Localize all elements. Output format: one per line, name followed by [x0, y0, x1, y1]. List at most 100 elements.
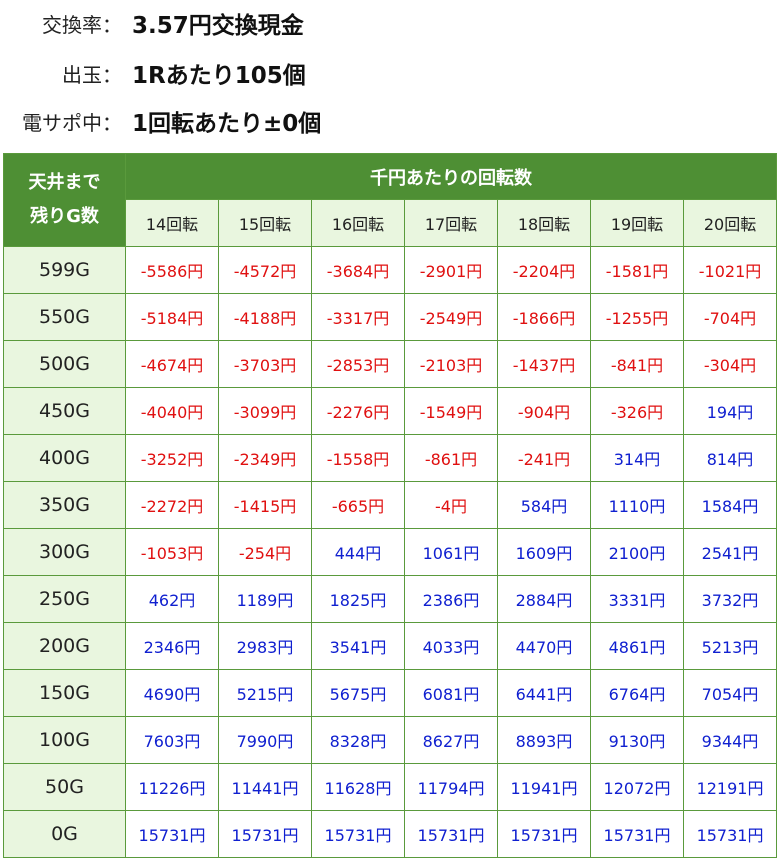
value-cell: -4572円 — [218, 246, 312, 294]
value-cell: 5675円 — [311, 669, 405, 717]
column-header-spin: 15回転 — [218, 199, 312, 247]
value-cell: -2272円 — [125, 481, 219, 529]
support-row: 電サポ中： 1回転あたり±0個 — [0, 98, 777, 144]
remaining-games-cell: 100G — [3, 716, 126, 764]
value-cell: -1255円 — [590, 293, 684, 341]
value-cell: -2349円 — [218, 434, 312, 482]
support-value: 1回転あたり±0個 — [132, 111, 322, 137]
value-cell: -3099円 — [218, 387, 312, 435]
value-cell: -1581円 — [590, 246, 684, 294]
value-cell: 444円 — [311, 528, 405, 576]
value-cell: -254円 — [218, 528, 312, 576]
remaining-games-header-line1: 天井まで — [28, 172, 101, 193]
column-header-spin: 18回転 — [497, 199, 591, 247]
value-cell: 15731円 — [311, 810, 405, 858]
column-header-spin: 17回転 — [404, 199, 498, 247]
value-cell: 584円 — [497, 481, 591, 529]
value-cell: 4033円 — [404, 622, 498, 670]
value-cell: 3541円 — [311, 622, 405, 670]
exchange-rate-label: 交換率： — [42, 12, 122, 37]
value-cell: 1189円 — [218, 575, 312, 623]
value-cell: 15731円 — [497, 810, 591, 858]
value-cell: 7990円 — [218, 716, 312, 764]
value-cell: 12191円 — [682, 763, 777, 811]
remaining-games-cell: 450G — [3, 387, 126, 435]
exchange-info: 交換率： 3.57円交換現金 出玉： 1Rあたり105個 電サポ中： 1回転あた… — [0, 0, 777, 153]
column-header-spin: 16回転 — [311, 199, 405, 247]
value-cell: 1061円 — [404, 528, 498, 576]
value-cell: -2276円 — [311, 387, 405, 435]
remaining-games-cell: 400G — [3, 434, 126, 482]
value-cell: 3732円 — [682, 575, 777, 623]
value-cell: 8627円 — [404, 716, 498, 764]
remaining-games-cell: 300G — [3, 528, 126, 576]
value-cell: 15731円 — [590, 810, 684, 858]
value-cell: 2100円 — [590, 528, 684, 576]
value-cell: 314円 — [590, 434, 684, 482]
value-cell: -1558円 — [311, 434, 405, 482]
table-row: 100G 7603円 7990円 8328円 8627円 8893円 9130円 9344円 — [3, 716, 777, 764]
value-cell: 2386円 — [404, 575, 498, 623]
spins-per-1000-header: 千円あたりの回転数 — [124, 153, 777, 200]
table-row: 400G -3252円 -2349円 -1558円 -861円 -241円 314円 814円 — [3, 434, 777, 482]
value-cell: 15731円 — [125, 810, 219, 858]
value-cell: 2884円 — [497, 575, 591, 623]
value-cell: 8328円 — [311, 716, 405, 764]
value-cell: -2204円 — [497, 246, 591, 294]
remaining-games-cell: 550G — [3, 293, 126, 341]
value-cell: -4674円 — [125, 340, 219, 388]
value-cell: -1866円 — [497, 293, 591, 341]
column-header-spin: 19回転 — [590, 199, 684, 247]
value-cell: 15731円 — [404, 810, 498, 858]
value-cell: 5215円 — [218, 669, 312, 717]
remaining-games-cell: 599G — [3, 246, 126, 294]
value-cell: -2549円 — [404, 293, 498, 341]
value-cell: -1549円 — [404, 387, 498, 435]
table-row: 350G -2272円 -1415円 -665円 -4円 584円 1110円 1584円 — [3, 481, 777, 529]
value-cell: 4470円 — [497, 622, 591, 670]
value-cell: -326円 — [590, 387, 684, 435]
remaining-games-header: 天井まで 残りG数 — [3, 153, 126, 247]
value-cell: -5184円 — [125, 293, 219, 341]
value-cell: 15731円 — [682, 810, 777, 858]
value-cell: -665円 — [311, 481, 405, 529]
table-row: 550G -5184円 -4188円 -3317円 -2549円 -1866円 -1255円… — [3, 293, 777, 341]
payout-row: 出玉： 1Rあたり105個 — [0, 50, 777, 96]
remaining-games-cell: 0G — [3, 810, 126, 858]
value-cell: -1415円 — [218, 481, 312, 529]
value-cell: -241円 — [497, 434, 591, 482]
table-row: 450G -4040円 -3099円 -2276円 -1549円 -904円 -326円 19… — [3, 387, 777, 435]
value-cell: -3684円 — [311, 246, 405, 294]
value-cell: 11628円 — [311, 763, 405, 811]
remaining-games-cell: 350G — [3, 481, 126, 529]
remaining-games-cell: 150G — [3, 669, 126, 717]
value-cell: 1609円 — [497, 528, 591, 576]
value-cell: -1053円 — [125, 528, 219, 576]
value-cell: 7054円 — [682, 669, 777, 717]
value-cell: 4690円 — [125, 669, 219, 717]
value-cell: 6081円 — [404, 669, 498, 717]
value-cell: 194円 — [682, 387, 777, 435]
value-cell: 2983円 — [218, 622, 312, 670]
value-cell: 12072円 — [590, 763, 684, 811]
exchange-rate-row: 交換率： 3.57円交換現金 — [0, 0, 777, 46]
value-cell: -861円 — [404, 434, 498, 482]
value-cell: 11226円 — [125, 763, 219, 811]
value-cell: -3703円 — [218, 340, 312, 388]
value-cell: 5213円 — [682, 622, 777, 670]
value-cell: -2103円 — [404, 340, 498, 388]
table-row: 150G 4690円 5215円 5675円 6081円 6441円 6764円 7054円 — [3, 669, 777, 717]
table-row: 200G 2346円 2983円 3541円 4033円 4470円 4861円 5213円 — [3, 622, 777, 670]
value-cell: 11941円 — [497, 763, 591, 811]
value-cell: -4円 — [404, 481, 498, 529]
value-cell: 1110円 — [590, 481, 684, 529]
value-cell: -304円 — [682, 340, 777, 388]
value-cell: 814円 — [682, 434, 777, 482]
value-cell: -1437円 — [497, 340, 591, 388]
value-cell: 3331円 — [590, 575, 684, 623]
value-cell: 1825円 — [311, 575, 405, 623]
table-row: 599G -5586円 -4572円 -3684円 -2901円 -2204円 -1581円… — [3, 246, 777, 294]
column-header-spin: 14回転 — [125, 199, 219, 247]
value-cell: 462円 — [125, 575, 219, 623]
value-cell: -841円 — [590, 340, 684, 388]
